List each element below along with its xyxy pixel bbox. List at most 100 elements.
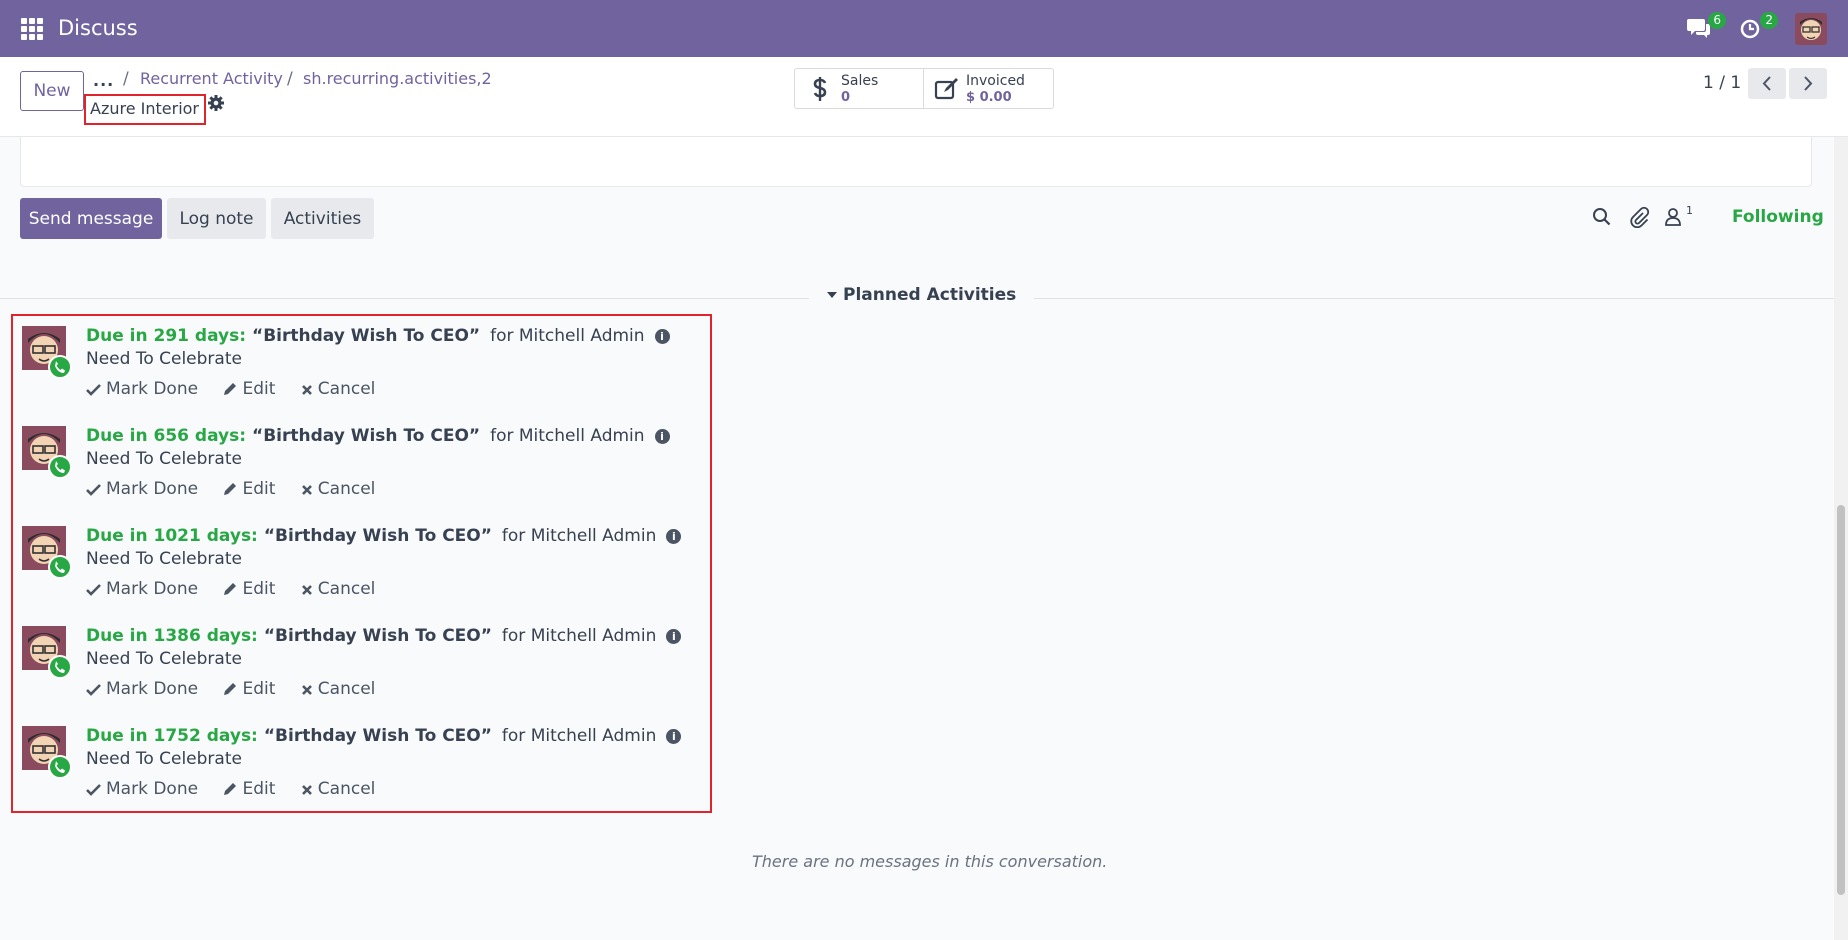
edit-label: Edit	[242, 579, 276, 599]
mark-done-button[interactable]: Mark Done	[86, 379, 198, 399]
pager-next-button[interactable]	[1789, 68, 1827, 99]
messages-icon[interactable]: 6	[1686, 12, 1726, 42]
cancel-label: Cancel	[317, 379, 376, 399]
mark-done-label: Mark Done	[106, 779, 199, 799]
activity-summary-line: Due in 1386 days: “Birthday Wish To CEO” f…	[86, 626, 682, 646]
mark-done-label: Mark Done	[106, 579, 199, 599]
gear-icon[interactable]	[207, 94, 225, 112]
activity-actions: Mark Done Edit Cancel	[86, 479, 395, 499]
check-icon	[86, 484, 101, 496]
breadcrumb-separator: /	[287, 69, 293, 89]
info-icon[interactable]: i	[666, 528, 682, 544]
planned-activities-toggle[interactable]: Planned Activities	[809, 285, 1035, 305]
mark-done-label: Mark Done	[106, 379, 199, 399]
cancel-label: Cancel	[317, 479, 376, 499]
pager-value[interactable]: 1 / 1	[1703, 73, 1741, 93]
mark-done-button[interactable]: Mark Done	[86, 779, 198, 799]
edit-label: Edit	[242, 679, 276, 699]
activities-list: Due in 291 days: “Birthday Wish To CEO” fo…	[11, 314, 712, 813]
pencil-icon	[224, 583, 237, 595]
pencil-icon	[224, 683, 237, 695]
info-icon[interactable]: i	[666, 628, 682, 644]
activity-due: Due in 291 days:	[86, 326, 247, 346]
breadcrumb-more-button[interactable]: ...	[93, 71, 114, 90]
invoiced-label: Invoiced	[966, 73, 1025, 89]
edit-button[interactable]: Edit	[223, 479, 275, 499]
activity-title: “Birthday Wish To CEO”	[263, 626, 492, 646]
breadcrumb-recurrent-activity[interactable]: Recurrent Activity	[140, 69, 283, 88]
info-icon[interactable]: i	[666, 728, 682, 744]
followers-count: 1	[1686, 204, 1693, 217]
edit-icon	[934, 78, 958, 100]
activity-assignee: for Mitchell Admin	[490, 326, 645, 346]
app-title[interactable]: Discuss	[58, 16, 138, 40]
cancel-label: Cancel	[317, 779, 376, 799]
mark-done-label: Mark Done	[106, 479, 199, 499]
send-message-button[interactable]: Send message	[20, 198, 162, 239]
edit-label: Edit	[242, 379, 276, 399]
paperclip-icon[interactable]	[1628, 206, 1650, 228]
edit-button[interactable]: Edit	[223, 379, 275, 399]
activity-due: Due in 656 days:	[86, 426, 247, 446]
check-icon	[86, 384, 101, 396]
close-icon	[301, 485, 312, 495]
activity-note: Need To Celebrate	[86, 649, 242, 669]
invoiced-smart-button[interactable]: Invoiced $ 0.00	[923, 68, 1054, 109]
cancel-button[interactable]: Cancel	[301, 679, 375, 699]
scrollbar-thumb[interactable]	[1837, 505, 1845, 895]
empty-conversation-message: There are no messages in this conversati…	[752, 852, 1108, 871]
page-scrollbar[interactable]	[1834, 137, 1848, 940]
following-button[interactable]: Following	[1732, 207, 1824, 227]
cancel-button[interactable]: Cancel	[301, 379, 376, 399]
activity-item: Due in 1752 days: “Birthday Wish To CEO” f…	[19, 716, 709, 816]
mark-done-button[interactable]: Mark Done	[86, 479, 198, 499]
breadcrumb-current-record[interactable]: sh.recurring.activities,2	[303, 69, 492, 88]
phone-icon	[48, 455, 72, 479]
activity-note: Need To Celebrate	[86, 749, 242, 769]
activity-item: Due in 656 days: “Birthday Wish To CEO” fo…	[19, 416, 709, 516]
activity-assignee: for Mitchell Admin	[490, 426, 645, 446]
activities-clock-icon[interactable]: 2	[1738, 12, 1778, 42]
message-composer[interactable]	[20, 137, 1812, 187]
log-note-button[interactable]: Log note	[167, 198, 266, 239]
activity-assignee: for Mitchell Admin	[501, 526, 657, 546]
apps-menu-icon[interactable]	[21, 18, 43, 40]
user-avatar[interactable]	[1795, 13, 1827, 45]
followers-icon[interactable]	[1662, 206, 1684, 228]
activity-assignee: for Mitchell Admin	[501, 726, 657, 746]
info-icon[interactable]: i	[654, 328, 670, 344]
close-icon	[301, 785, 312, 795]
search-icon[interactable]	[1591, 206, 1613, 228]
sales-smart-button[interactable]: Sales 0	[794, 68, 924, 109]
activity-due: Due in 1752 days:	[86, 726, 258, 746]
activities-button[interactable]: Activities	[271, 198, 374, 239]
chevron-right-icon	[1804, 76, 1813, 91]
dollar-icon	[813, 77, 827, 101]
pencil-icon	[224, 483, 237, 495]
phone-icon	[48, 355, 72, 379]
edit-button[interactable]: Edit	[223, 579, 275, 599]
mark-done-button[interactable]: Mark Done	[86, 679, 198, 699]
close-icon	[301, 385, 312, 395]
activity-summary-line: Due in 656 days: “Birthday Wish To CEO” fo…	[86, 426, 670, 446]
activity-title: “Birthday Wish To CEO”	[263, 726, 492, 746]
close-icon	[301, 585, 312, 595]
activity-summary-line: Due in 291 days: “Birthday Wish To CEO” fo…	[86, 326, 670, 346]
edit-button[interactable]: Edit	[223, 779, 275, 799]
caret-down-icon	[827, 292, 837, 298]
planned-activities-title: Planned Activities	[843, 285, 1017, 305]
cancel-button[interactable]: Cancel	[301, 779, 376, 799]
activity-title: “Birthday Wish To CEO”	[263, 526, 492, 546]
cancel-button[interactable]: Cancel	[301, 479, 376, 499]
activity-actions: Mark Done Edit Cancel	[86, 779, 395, 799]
cancel-button[interactable]: Cancel	[301, 579, 375, 599]
edit-button[interactable]: Edit	[223, 679, 275, 699]
check-icon	[86, 684, 101, 696]
activity-due: Due in 1386 days:	[86, 626, 258, 646]
new-button[interactable]: New	[20, 71, 84, 111]
info-icon[interactable]: i	[654, 428, 670, 444]
pager-previous-button[interactable]	[1748, 68, 1786, 99]
mark-done-label: Mark Done	[106, 679, 199, 699]
activity-title: “Birthday Wish To CEO”	[252, 426, 481, 446]
mark-done-button[interactable]: Mark Done	[86, 579, 198, 599]
